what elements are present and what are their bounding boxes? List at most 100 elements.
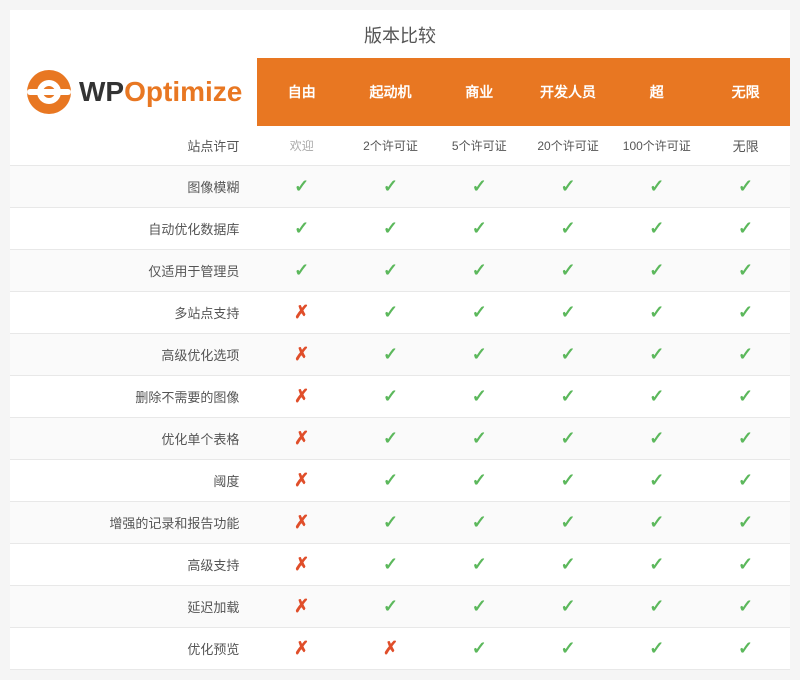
row-label: 优化单个表格: [10, 418, 257, 460]
row-label: 图像模糊: [10, 166, 257, 208]
check-icon: ✓: [738, 470, 753, 490]
cell-10-2: ✓: [435, 544, 524, 586]
check-icon: ✓: [738, 638, 753, 658]
header-plan-developer: 开发人员: [524, 58, 613, 126]
cell-9-4: ✓: [612, 502, 701, 544]
cell-0-0: 欢迎: [257, 126, 346, 166]
cell-11-0: ✗: [257, 586, 346, 628]
cell-9-5: ✓: [701, 502, 790, 544]
cell-1-3: ✓: [524, 166, 613, 208]
row-label: 优化预览: [10, 628, 257, 670]
cross-icon: ✗: [294, 554, 309, 574]
cross-icon: ✗: [383, 638, 398, 658]
check-icon: ✓: [472, 470, 487, 490]
cell-12-2: ✓: [435, 628, 524, 670]
cell-11-4: ✓: [612, 586, 701, 628]
unlimited-label: 无限: [733, 139, 759, 154]
cell-5-1: ✓: [346, 334, 435, 376]
table-row: 增强的记录和报告功能✗✓✓✓✓✓: [10, 502, 790, 544]
free-label: 欢迎: [290, 139, 314, 153]
license-label: 100个许可证: [623, 139, 691, 153]
header-plan-unlimited: 无限: [701, 58, 790, 126]
table-row: 高级支持✗✓✓✓✓✓: [10, 544, 790, 586]
cell-4-1: ✓: [346, 292, 435, 334]
cell-7-2: ✓: [435, 418, 524, 460]
table-row: 图像模糊✓✓✓✓✓✓: [10, 166, 790, 208]
table-row: 自动优化数据库✓✓✓✓✓✓: [10, 208, 790, 250]
cell-6-3: ✓: [524, 376, 613, 418]
check-icon: ✓: [383, 260, 398, 280]
check-icon: ✓: [472, 344, 487, 364]
cell-11-3: ✓: [524, 586, 613, 628]
cell-4-3: ✓: [524, 292, 613, 334]
check-icon: ✓: [383, 218, 398, 238]
cell-1-1: ✓: [346, 166, 435, 208]
check-icon: ✓: [649, 176, 664, 196]
cell-8-4: ✓: [612, 460, 701, 502]
header-plan-super: 超: [612, 58, 701, 126]
cell-12-3: ✓: [524, 628, 613, 670]
cell-7-5: ✓: [701, 418, 790, 460]
check-icon: ✓: [472, 554, 487, 574]
cell-3-4: ✓: [612, 250, 701, 292]
cell-7-0: ✗: [257, 418, 346, 460]
cell-10-3: ✓: [524, 544, 613, 586]
cross-icon: ✗: [294, 344, 309, 364]
table-row: 多站点支持✗✓✓✓✓✓: [10, 292, 790, 334]
check-icon: ✓: [294, 218, 309, 238]
row-label: 阈度: [10, 460, 257, 502]
row-label: 自动优化数据库: [10, 208, 257, 250]
check-icon: ✓: [649, 428, 664, 448]
check-icon: ✓: [738, 428, 753, 448]
cell-2-0: ✓: [257, 208, 346, 250]
check-icon: ✓: [649, 386, 664, 406]
check-icon: ✓: [383, 512, 398, 532]
row-label: 站点许可: [10, 126, 257, 166]
cell-3-2: ✓: [435, 250, 524, 292]
logo-text: WPOptimize: [79, 76, 242, 108]
cross-icon: ✗: [294, 638, 309, 658]
cell-5-2: ✓: [435, 334, 524, 376]
row-label: 增强的记录和报告功能: [10, 502, 257, 544]
cell-6-0: ✗: [257, 376, 346, 418]
logo-cell: WPOptimize: [10, 58, 257, 126]
check-icon: ✓: [383, 554, 398, 574]
cell-12-4: ✓: [612, 628, 701, 670]
row-label: 高级支持: [10, 544, 257, 586]
check-icon: ✓: [560, 638, 575, 658]
cell-8-0: ✗: [257, 460, 346, 502]
cell-12-5: ✓: [701, 628, 790, 670]
table-body: 站点许可欢迎2个许可证5个许可证20个许可证100个许可证无限图像模糊✓✓✓✓✓…: [10, 126, 790, 670]
check-icon: ✓: [560, 302, 575, 322]
check-icon: ✓: [383, 428, 398, 448]
check-icon: ✓: [649, 638, 664, 658]
check-icon: ✓: [560, 554, 575, 574]
cell-3-5: ✓: [701, 250, 790, 292]
row-label: 仅适用于管理员: [10, 250, 257, 292]
check-icon: ✓: [560, 512, 575, 532]
check-icon: ✓: [738, 386, 753, 406]
cell-2-5: ✓: [701, 208, 790, 250]
table-row: 优化单个表格✗✓✓✓✓✓: [10, 418, 790, 460]
check-icon: ✓: [560, 596, 575, 616]
cell-8-1: ✓: [346, 460, 435, 502]
cell-2-3: ✓: [524, 208, 613, 250]
check-icon: ✓: [560, 176, 575, 196]
wp-optimize-icon: [25, 68, 73, 116]
cross-icon: ✗: [294, 470, 309, 490]
header-row: WPOptimize 自由 起动机 商业 开发人员 超 无限: [10, 58, 790, 126]
cell-9-0: ✗: [257, 502, 346, 544]
check-icon: ✓: [472, 218, 487, 238]
page-title: 版本比较: [10, 10, 790, 58]
license-label: 20个许可证: [537, 139, 598, 153]
cell-3-1: ✓: [346, 250, 435, 292]
cell-7-1: ✓: [346, 418, 435, 460]
check-icon: ✓: [649, 344, 664, 364]
check-icon: ✓: [472, 260, 487, 280]
cell-1-2: ✓: [435, 166, 524, 208]
check-icon: ✓: [383, 302, 398, 322]
check-icon: ✓: [472, 386, 487, 406]
cell-0-4: 100个许可证: [612, 126, 701, 166]
check-icon: ✓: [472, 428, 487, 448]
cell-10-4: ✓: [612, 544, 701, 586]
